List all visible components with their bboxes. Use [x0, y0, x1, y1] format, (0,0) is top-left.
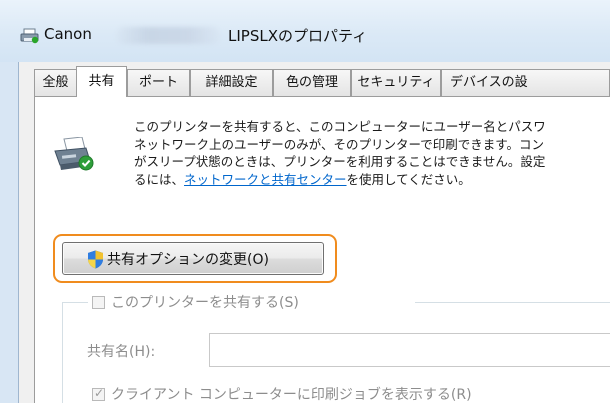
tab-advanced[interactable]: 詳細設定 — [190, 69, 273, 96]
window-left-frame — [0, 62, 19, 403]
shared-printer-icon — [54, 137, 94, 171]
window-title-name: LIPSLXのプロパティ — [228, 27, 368, 45]
window-title-brand: Canon — [44, 25, 92, 43]
tab-sharing[interactable]: 共有 — [76, 66, 127, 97]
uac-shield-icon — [88, 250, 103, 269]
checkmark-icon: ✓ — [94, 386, 105, 400]
description-line-1: このプリンターを共有すると、このコンピューターにユーザー名とパスワ — [134, 119, 546, 134]
group-top-border-right — [415, 302, 610, 303]
share-name-label: 共有名(H): — [87, 344, 156, 360]
description-line-4-prefix: るには、 — [134, 171, 185, 187]
printer-small-icon — [20, 28, 39, 44]
group-top-border-left — [62, 302, 88, 303]
network-sharing-center-link[interactable]: ネットワークと共有センター — [184, 172, 347, 187]
tab-ports[interactable]: ポート — [127, 69, 190, 96]
sharing-description: このプリンターを共有すると、このコンピューターにユーザー名とパスワ ネットワーク… — [134, 118, 610, 188]
tab-security[interactable]: セキュリティ — [351, 69, 441, 96]
change-sharing-options-button[interactable]: 共有オプションの変更(O) — [62, 242, 324, 275]
description-line-4-suffix: を使用してください。 — [346, 171, 471, 187]
change-sharing-options-label: 共有オプションの変更(O) — [107, 252, 269, 268]
render-print-jobs-checkbox[interactable]: ✓ — [92, 386, 105, 401]
tab-general[interactable]: 全般 — [34, 69, 77, 96]
obscured-title-text — [116, 27, 220, 44]
description-line-2: ネットワーク上のユーザーのみが、そのプリンターで印刷できます。コン — [134, 136, 545, 152]
description-line-3: がスリープ状態のときは、プリンターを利用することはできません。設定 — [134, 154, 546, 169]
group-left-border — [62, 302, 63, 403]
tab-color-management[interactable]: 色の管理 — [273, 69, 351, 96]
share-printer-label: このプリンターを共有する(S) — [111, 295, 299, 311]
window-title-bar: Canon LIPSLXのプロパティ — [0, 0, 610, 62]
share-printer-checkbox[interactable] — [92, 296, 105, 309]
tab-device-settings[interactable]: デバイスの設 — [441, 69, 610, 96]
render-print-jobs-label: クライアント コンピューターに印刷ジョブを表示する(R) — [111, 387, 472, 403]
share-name-input[interactable] — [209, 333, 610, 367]
description-line-4: るには、ネットワークと共有センターを使用してください。 — [134, 171, 610, 189]
